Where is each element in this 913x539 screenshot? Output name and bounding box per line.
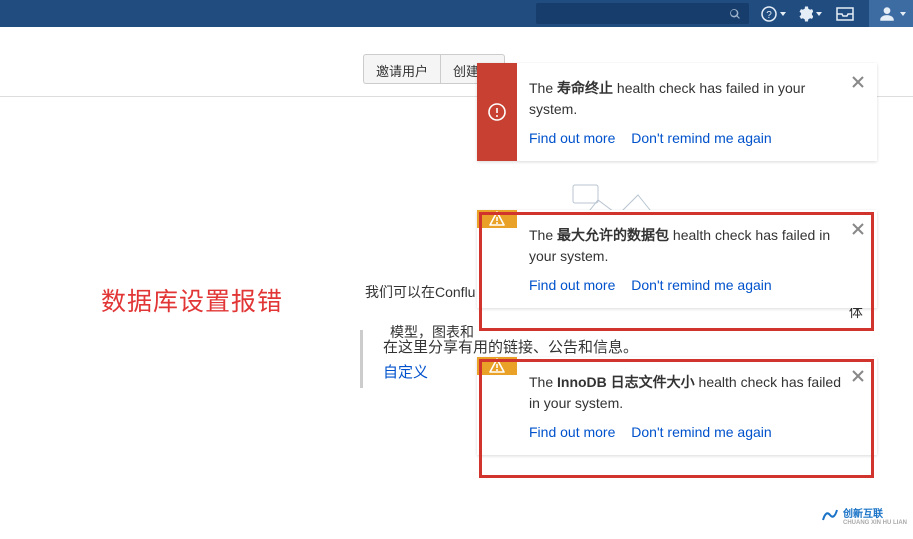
close-icon bbox=[851, 369, 865, 383]
inbox-icon bbox=[836, 7, 854, 21]
notification-error: The 寿命终止 health check has failed in your… bbox=[477, 63, 877, 161]
avatar bbox=[877, 4, 897, 24]
close-button[interactable] bbox=[849, 367, 867, 385]
svg-text:?: ? bbox=[766, 10, 772, 21]
dont-remind-link[interactable]: Don't remind me again bbox=[631, 424, 771, 440]
close-icon bbox=[851, 222, 865, 236]
find-out-more-link[interactable]: Find out more bbox=[529, 277, 615, 293]
settings-menu[interactable] bbox=[791, 0, 827, 27]
notification-body: The 寿命终止 health check has failed in your… bbox=[517, 63, 877, 161]
notification-message: The 最大允许的数据包 health check has failed in … bbox=[529, 225, 841, 267]
notification-message: The 寿命终止 health check has failed in your… bbox=[529, 78, 841, 120]
search-icon bbox=[729, 8, 741, 20]
body-line1: 我们可以在Conflu bbox=[365, 284, 475, 300]
warning-icon bbox=[488, 210, 506, 228]
watermark-subtext: CHUANG XIN HU LIAN bbox=[843, 520, 907, 526]
watermark-text: 创新互联 bbox=[843, 509, 883, 520]
gear-icon bbox=[797, 6, 813, 22]
notification-warning: The InnoDB 日志文件大小 health check has faile… bbox=[477, 357, 877, 455]
caret-icon bbox=[900, 12, 906, 16]
find-out-more-link[interactable]: Find out more bbox=[529, 130, 615, 146]
warning-icon bbox=[488, 357, 506, 375]
help-menu[interactable]: ? bbox=[755, 0, 791, 27]
find-out-more-link[interactable]: Find out more bbox=[529, 424, 615, 440]
notification-icon-column bbox=[477, 210, 517, 228]
dont-remind-link[interactable]: Don't remind me again bbox=[631, 277, 771, 293]
notification-body: The 最大允许的数据包 health check has failed in … bbox=[517, 210, 877, 308]
top-navigation-bar: ? bbox=[0, 0, 913, 27]
notification-body: The InnoDB 日志文件大小 health check has faile… bbox=[517, 357, 877, 455]
notification-icon-column bbox=[477, 357, 517, 375]
notification-icon-column bbox=[477, 63, 517, 161]
user-menu[interactable] bbox=[869, 0, 913, 27]
share-text: 在这里分享有用的链接、公告和信息。 bbox=[383, 336, 638, 357]
search-input[interactable] bbox=[536, 3, 749, 24]
notification-message: The InnoDB 日志文件大小 health check has faile… bbox=[529, 372, 841, 414]
caret-icon bbox=[816, 12, 822, 16]
notifications-button[interactable] bbox=[827, 0, 863, 27]
notification-warning: The 最大允许的数据包 health check has failed in … bbox=[477, 210, 877, 308]
error-icon bbox=[488, 103, 506, 121]
watermark: 创新互联 CHUANG XIN HU LIAN bbox=[815, 501, 913, 529]
annotation-title: 数据库设置报错 bbox=[101, 282, 283, 318]
close-button[interactable] bbox=[849, 220, 867, 238]
dont-remind-link[interactable]: Don't remind me again bbox=[631, 130, 771, 146]
help-icon: ? bbox=[761, 6, 777, 22]
caret-icon bbox=[780, 12, 786, 16]
watermark-icon bbox=[821, 506, 839, 524]
close-icon bbox=[851, 75, 865, 89]
close-button[interactable] bbox=[849, 73, 867, 91]
invite-user-button[interactable]: 邀请用户 bbox=[363, 54, 440, 84]
